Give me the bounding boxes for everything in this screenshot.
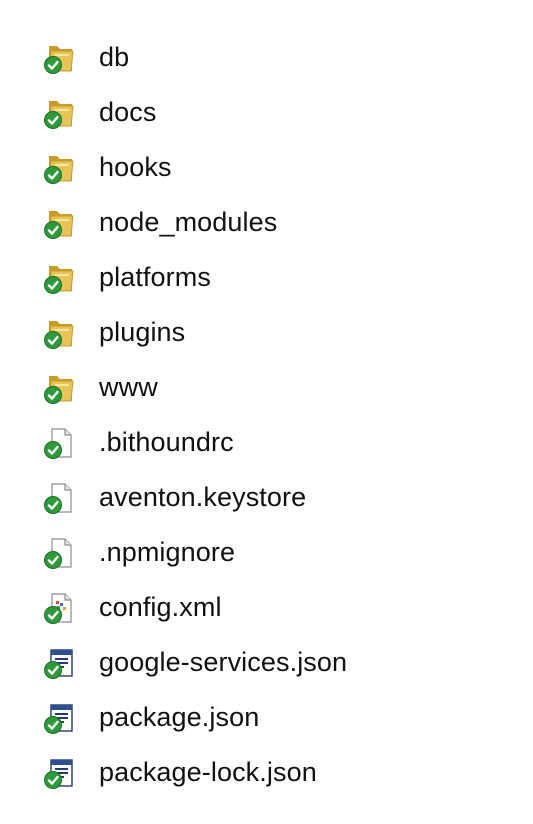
file-name: plugins	[99, 317, 186, 347]
file-synced-icon	[43, 426, 77, 460]
file-name: package.json	[99, 702, 260, 732]
list-item[interactable]: aventon.keystore	[43, 470, 483, 525]
file-name: hooks	[99, 152, 172, 182]
list-item[interactable]: config.xml	[43, 580, 483, 635]
list-item[interactable]: docs	[43, 85, 483, 140]
file-name: package-lock.json	[99, 757, 317, 787]
list-item[interactable]: db	[43, 30, 483, 85]
file-name: .bithoundrc	[99, 427, 234, 457]
folder-synced-icon	[43, 96, 77, 130]
list-item[interactable]: www	[43, 360, 483, 415]
list-item[interactable]: google-services.json	[43, 635, 483, 690]
file-synced-icon	[43, 536, 77, 570]
folder-synced-icon	[43, 316, 77, 350]
list-item[interactable]: hooks	[43, 140, 483, 195]
file-name: .npmignore	[99, 537, 236, 567]
file-name: docs	[99, 97, 157, 127]
file-list: db docs hooks node_modules platforms plu…	[43, 30, 483, 800]
file-explorer-pane: db docs hooks node_modules platforms plu…	[0, 0, 533, 824]
folder-synced-icon	[43, 41, 77, 75]
xml-file-synced-icon	[43, 591, 77, 625]
folder-synced-icon	[43, 151, 77, 185]
folder-synced-icon	[43, 371, 77, 405]
json-file-synced-icon	[43, 646, 77, 680]
list-item[interactable]: package-lock.json	[43, 745, 483, 800]
file-name: www	[99, 372, 158, 402]
list-item[interactable]: plugins	[43, 305, 483, 360]
list-item[interactable]: .bithoundrc	[43, 415, 483, 470]
file-name: google-services.json	[99, 647, 348, 677]
file-synced-icon	[43, 481, 77, 515]
file-name: platforms	[99, 262, 211, 292]
folder-synced-icon	[43, 206, 77, 240]
file-name: aventon.keystore	[99, 482, 307, 512]
list-item[interactable]: .npmignore	[43, 525, 483, 580]
file-name: config.xml	[99, 592, 222, 622]
json-file-synced-icon	[43, 701, 77, 735]
json-file-synced-icon	[43, 756, 77, 790]
file-name: db	[99, 42, 130, 72]
list-item[interactable]: platforms	[43, 250, 483, 305]
folder-synced-icon	[43, 261, 77, 295]
list-item[interactable]: package.json	[43, 690, 483, 745]
list-item[interactable]: node_modules	[43, 195, 483, 250]
file-name: node_modules	[99, 207, 278, 237]
